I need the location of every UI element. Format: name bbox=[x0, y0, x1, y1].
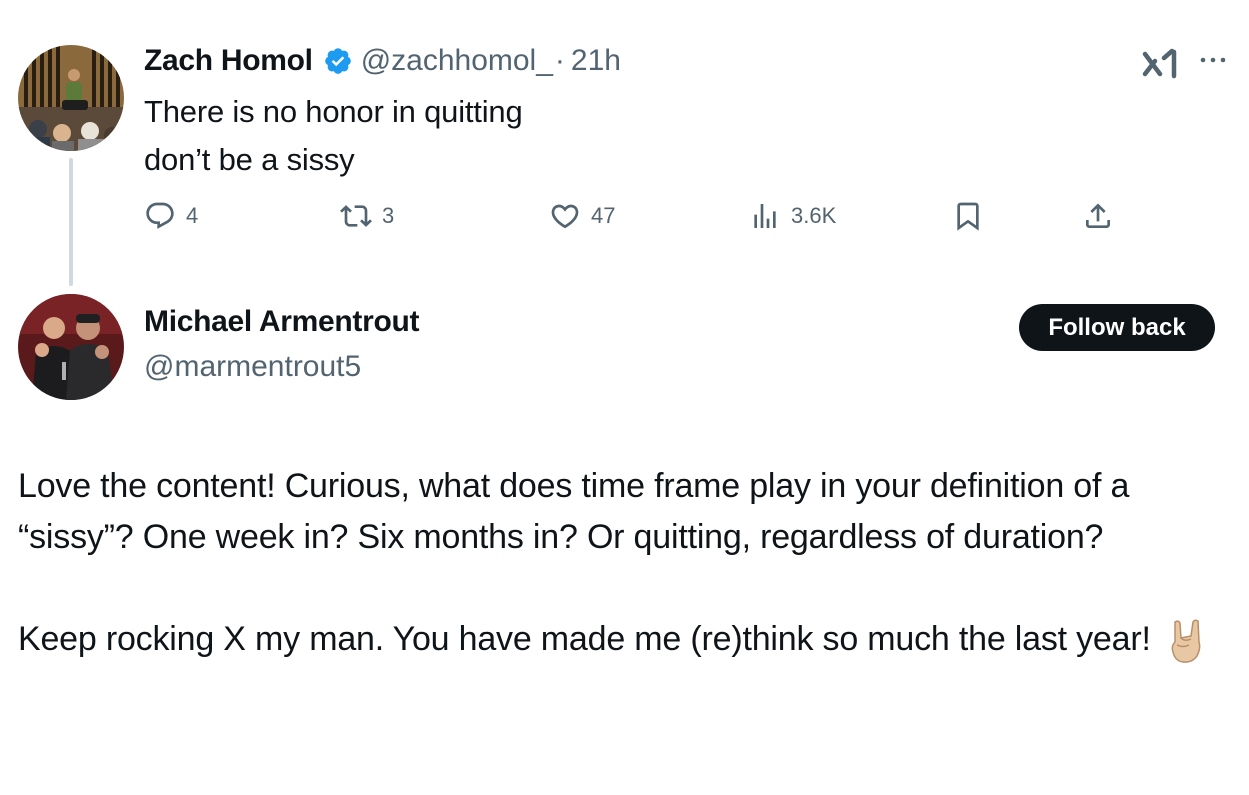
author-handle[interactable]: @zachhomol_ bbox=[361, 44, 553, 78]
reply-count: 4 bbox=[186, 203, 199, 228]
reply-author-handle[interactable]: @marmentrout5 bbox=[144, 350, 361, 384]
tweet-text-line: There is no honor in quitting bbox=[144, 94, 523, 129]
tweet-thread: Zach Homol @zachhomol_ · 21h There is no… bbox=[0, 0, 1249, 795]
like-count: 47 bbox=[591, 203, 616, 228]
share-icon bbox=[1086, 203, 1110, 228]
rock-on-hand-icon bbox=[1167, 618, 1207, 664]
like-button[interactable]: 47 bbox=[549, 196, 615, 236]
repost-count: 3 bbox=[382, 203, 395, 228]
follow-back-button[interactable]: Follow back bbox=[1019, 304, 1215, 351]
reply-text: Love the content! Curious, what does tim… bbox=[18, 461, 1240, 665]
reply-icon bbox=[146, 202, 174, 229]
grok-xai-icon[interactable] bbox=[1142, 48, 1180, 80]
repost-button[interactable]: 3 bbox=[340, 196, 394, 236]
views-count: 3.6K bbox=[791, 203, 837, 228]
more-options-icon[interactable] bbox=[1198, 48, 1228, 72]
tweet-timestamp[interactable]: 21h bbox=[571, 44, 621, 78]
verified-badge-icon bbox=[324, 48, 351, 74]
tweet-text: There is no honor in quitting don’t be a… bbox=[144, 88, 523, 184]
avatar-zach-homol[interactable] bbox=[18, 45, 124, 151]
tweet-actions-bar: 4 3 47 3.6K bbox=[0, 196, 1249, 236]
bookmark-button[interactable] bbox=[952, 196, 984, 236]
reply-paragraph: Love the content! Curious, what does tim… bbox=[18, 467, 1130, 556]
like-icon bbox=[551, 204, 579, 229]
avatar-image bbox=[18, 45, 124, 151]
avatar-michael-armentrout[interactable] bbox=[18, 294, 124, 400]
share-button[interactable] bbox=[1082, 196, 1114, 236]
bookmark-icon bbox=[957, 202, 979, 231]
reply-button[interactable]: 4 bbox=[144, 196, 198, 236]
reply-paragraph-text: Keep rocking X my man. You have made me … bbox=[18, 620, 1151, 658]
views-button[interactable]: 3.6K bbox=[749, 196, 836, 236]
reply-paragraph: Keep rocking X my man. You have made me … bbox=[18, 614, 1240, 665]
reply-author-name[interactable]: Michael Armentrout bbox=[144, 305, 420, 339]
tweet-text-line: don’t be a sissy bbox=[144, 142, 355, 177]
avatar-image bbox=[18, 294, 124, 400]
views-icon bbox=[754, 204, 776, 228]
repost-icon bbox=[340, 205, 372, 227]
tweet-header: Zach Homol @zachhomol_ · 21h bbox=[144, 40, 621, 82]
header-separator: · bbox=[554, 44, 565, 77]
author-name[interactable]: Zach Homol bbox=[144, 44, 313, 78]
